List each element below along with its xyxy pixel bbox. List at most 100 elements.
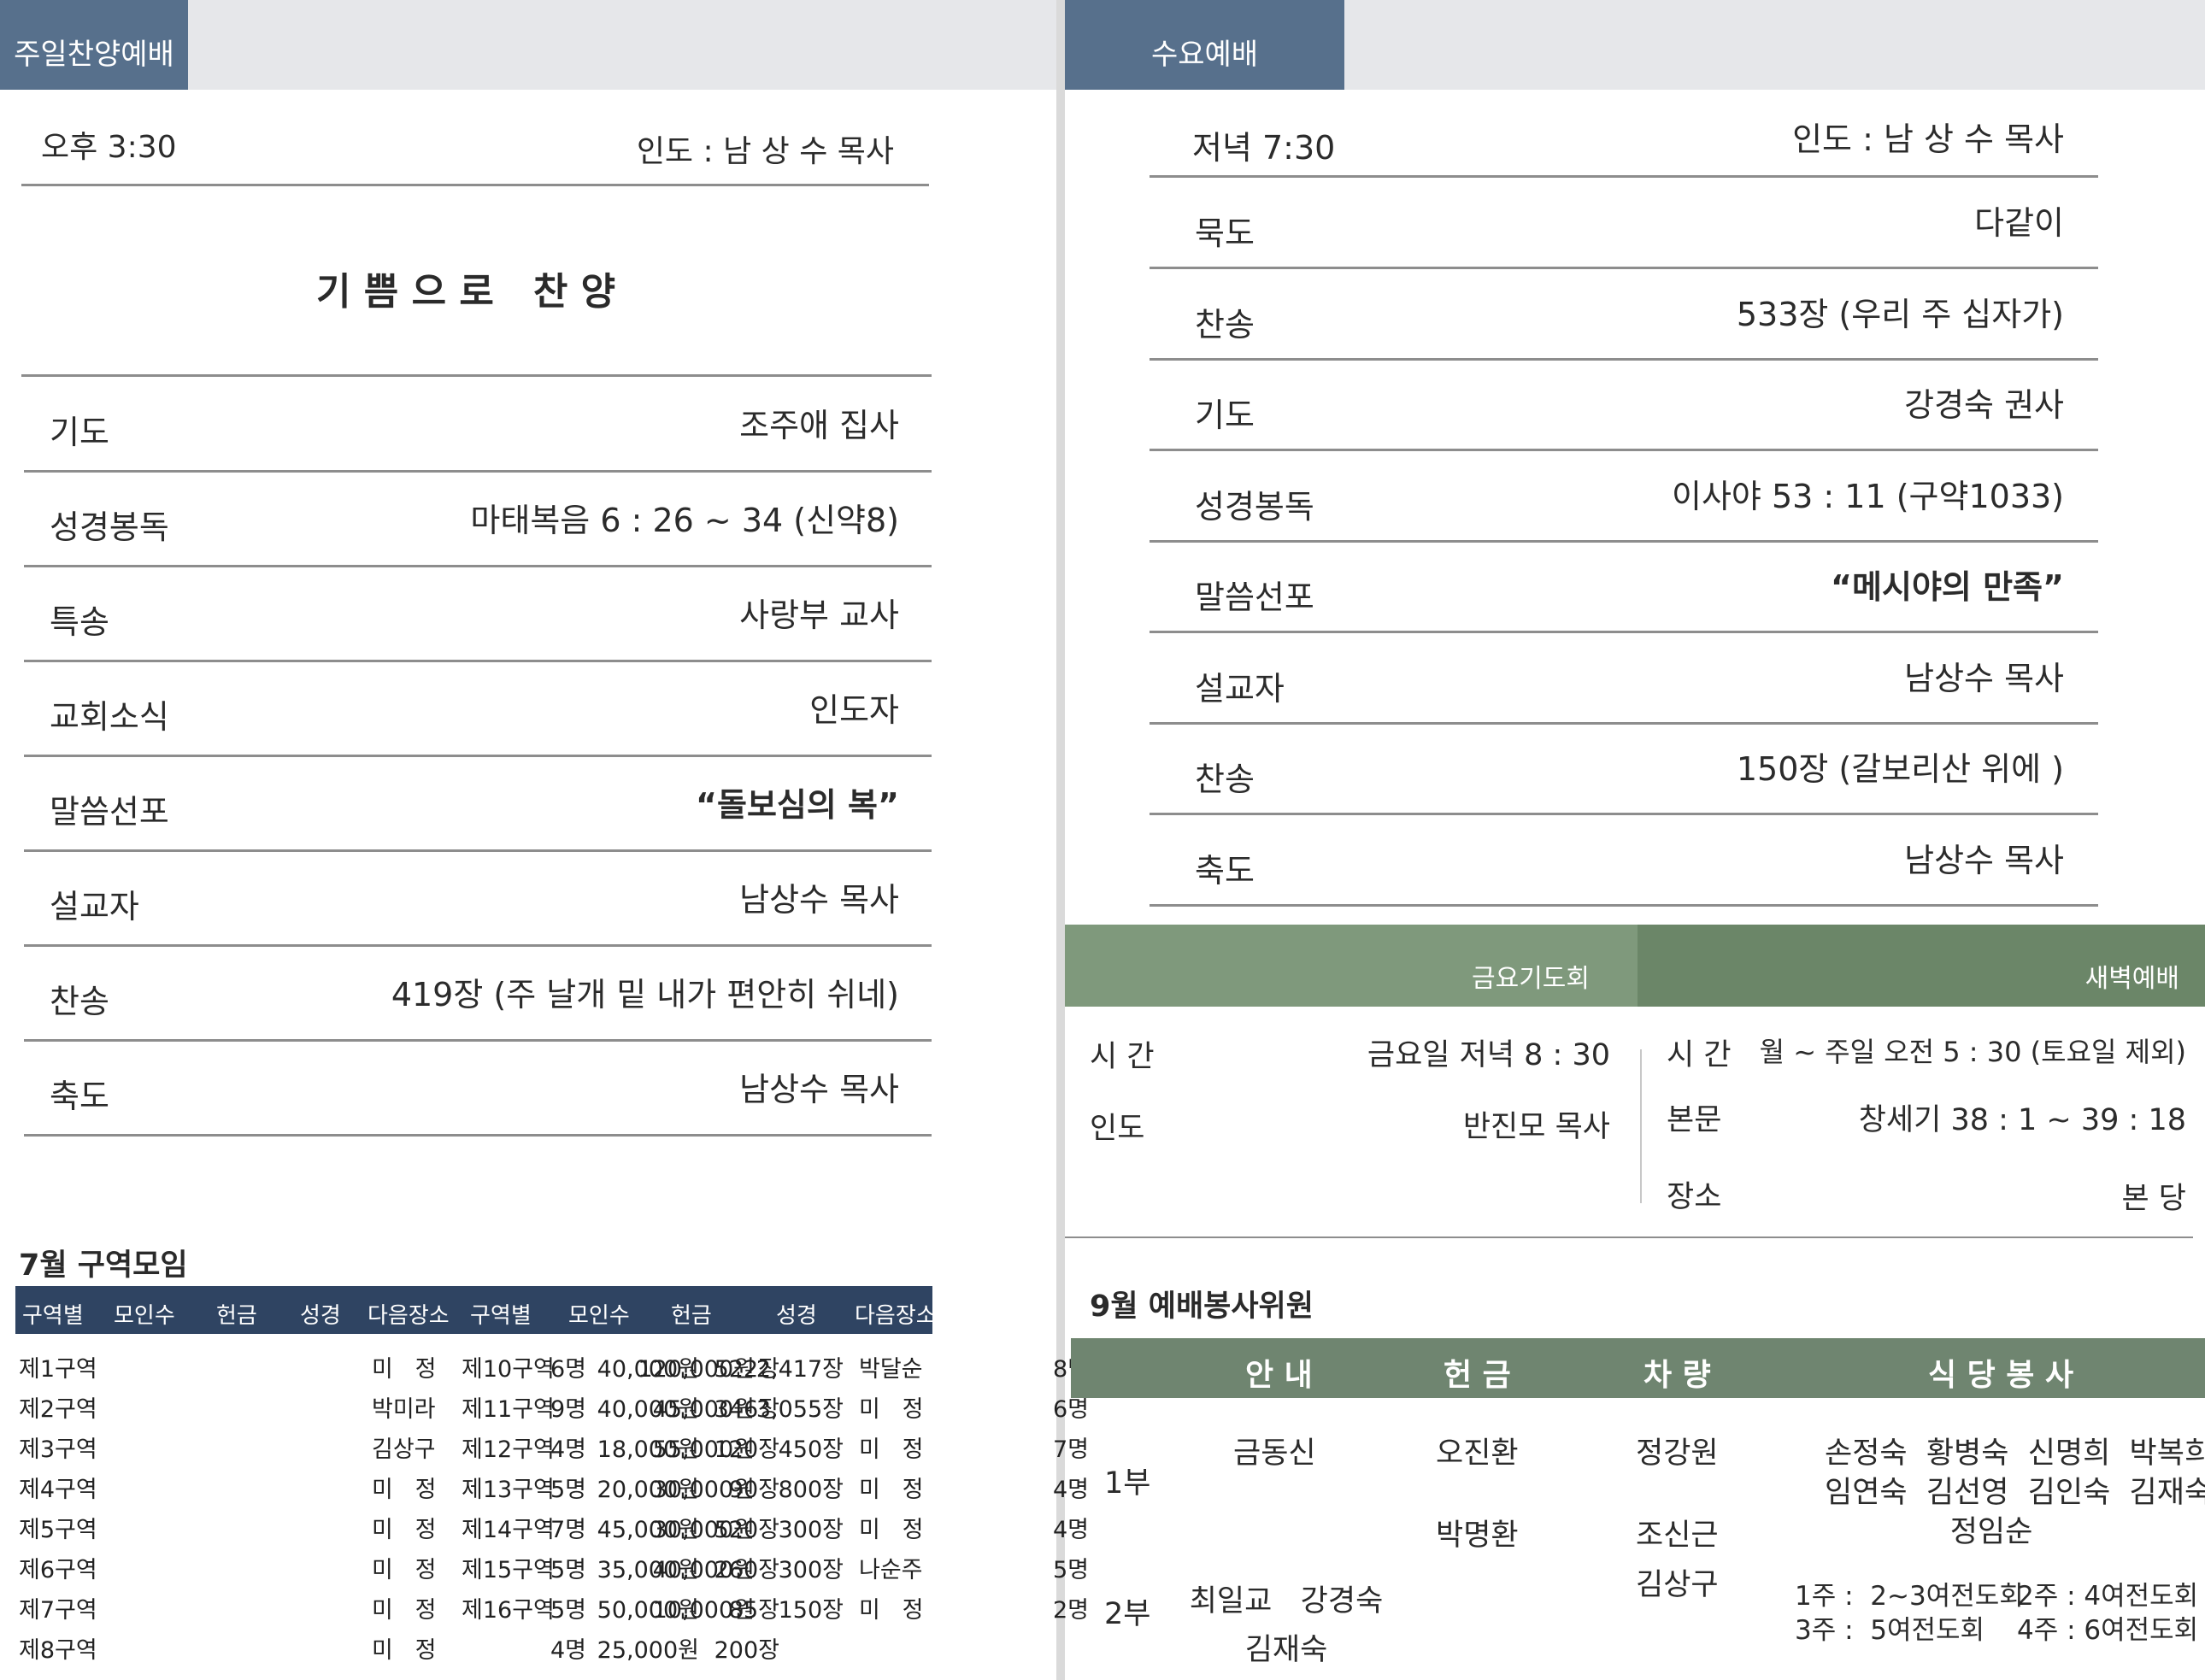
divider bbox=[24, 1039, 932, 1042]
table-cell: 5명 bbox=[550, 1597, 586, 1624]
table-cell: 김상구 bbox=[372, 1436, 436, 1463]
col-header: 모인수 bbox=[114, 1303, 175, 1329]
table-cell: 미 정 bbox=[372, 1637, 437, 1664]
col-header: 헌 금 bbox=[1444, 1358, 1511, 1393]
divider bbox=[24, 660, 932, 662]
program-item-label: 성경봉독 bbox=[1195, 487, 1314, 526]
program-item-value: 인도자 bbox=[809, 691, 899, 729]
col-header: 식 당 봉 사 bbox=[1928, 1358, 2074, 1393]
col-header: 헌금 bbox=[671, 1303, 712, 1329]
table-cell: 3,055장 bbox=[756, 1396, 844, 1423]
program-item-label: 말씀선포 bbox=[50, 793, 169, 831]
table-cell: 120,000원 bbox=[638, 1356, 756, 1383]
program-item-label: 특송 bbox=[50, 603, 109, 641]
table-cell: 박달순 bbox=[859, 1356, 923, 1383]
table-cell: 미 정 bbox=[372, 1356, 437, 1383]
sunday-theme-title: 기 쁨 으 로 찬 양 bbox=[316, 270, 616, 314]
divider bbox=[1150, 631, 2098, 633]
sunday-time: 오후 3:30 bbox=[41, 130, 177, 165]
program-item-value: 남상수 목사 bbox=[1904, 659, 2064, 697]
table-cell: 미 정 bbox=[372, 1557, 437, 1583]
column-divider bbox=[1640, 1049, 1642, 1203]
part1-kitchen-line3: 정임순 bbox=[1949, 1515, 2033, 1549]
part2-vehicle-line2: 김상구 bbox=[1636, 1568, 1719, 1602]
divider bbox=[1065, 1237, 2193, 1238]
table-cell: 제1구역 bbox=[19, 1356, 97, 1383]
table-cell: 제8구역 bbox=[19, 1637, 97, 1664]
part1-kitchen-line2: 임연숙 김선영 김인숙 김재숙 bbox=[1825, 1476, 2205, 1510]
table-cell: 30,000원 bbox=[652, 1517, 755, 1543]
table-cell: 미 정 bbox=[372, 1477, 437, 1503]
table-cell: 450장 bbox=[778, 1436, 844, 1463]
sunday-leader: 인도 : 남 상 수 목사 bbox=[636, 134, 894, 169]
table-cell: 제12구역 bbox=[462, 1436, 555, 1463]
program-item-label: 교회소식 bbox=[50, 698, 169, 736]
program-item-value: 다같이 bbox=[1974, 204, 2064, 242]
part2-week2: 2주 : 4여전도회 bbox=[2017, 1581, 2199, 1612]
part1-label: 1부 bbox=[1104, 1466, 1151, 1501]
program-item-label: 찬송 bbox=[1195, 761, 1255, 798]
tab-sunday-service: 주일찬양예배 bbox=[0, 0, 188, 90]
program-item-value: 조주애 집사 bbox=[739, 407, 899, 444]
part2-week4: 4주 : 6여전도회 bbox=[2017, 1615, 2199, 1646]
col-header: 안 내 bbox=[1245, 1358, 1313, 1393]
table-cell: 45,000원 bbox=[652, 1396, 755, 1423]
program-item-label: 성경봉독 bbox=[50, 508, 169, 546]
divider bbox=[1150, 813, 2098, 815]
divider bbox=[1150, 175, 2098, 178]
table-cell: 150장 bbox=[778, 1597, 844, 1624]
program-item-value: “메시야의 만족” bbox=[1831, 568, 2064, 606]
program-item-label: 찬송 bbox=[50, 983, 109, 1020]
divider bbox=[1150, 267, 2098, 269]
col-header: 다음장소 bbox=[368, 1303, 450, 1329]
table-cell: 제6구역 bbox=[19, 1557, 97, 1583]
program-item-value: 533장 (우리 주 십자가) bbox=[1736, 295, 2064, 333]
table-cell: 제16구역 bbox=[462, 1597, 555, 1624]
wednesday-leader: 인도 : 남 상 수 목사 bbox=[1792, 120, 2064, 158]
part1-vehicle: 정강원 bbox=[1636, 1436, 1719, 1471]
part2-week1: 1주 : 2~3여전도회 bbox=[1795, 1581, 2024, 1612]
table-cell: 800장 bbox=[778, 1477, 844, 1503]
table-cell: 7명 bbox=[550, 1517, 586, 1543]
part2-offering: 박명환 bbox=[1436, 1518, 1519, 1553]
table-cell: 제7구역 bbox=[19, 1597, 97, 1624]
program-item-value: 419장 (주 날개 밑 내가 편안히 쉬네) bbox=[391, 976, 899, 1013]
dawn-time-label: 시 간 bbox=[1667, 1038, 1732, 1072]
table-cell: 4명 bbox=[550, 1436, 586, 1463]
col-header: 다음장소 bbox=[855, 1303, 937, 1329]
table-cell: 제5구역 bbox=[19, 1517, 97, 1543]
divider bbox=[24, 1134, 932, 1137]
table-cell: 5명 bbox=[1052, 1557, 1089, 1583]
table-cell: 10,000원 bbox=[652, 1597, 755, 1624]
divider bbox=[1150, 721, 2098, 725]
district-table-header: 구역별 모인수 헌금 성경 다음장소 구역별 모인수 헌금 성경 다음장소 bbox=[15, 1286, 937, 1334]
tab-wednesday-service: 수요예배 bbox=[1065, 0, 1344, 90]
program-item-label: 찬송 bbox=[1195, 305, 1255, 344]
table-cell: 제11구역 bbox=[462, 1396, 555, 1423]
table-cell: 미 정 bbox=[859, 1477, 924, 1503]
part2-label: 2부 bbox=[1104, 1597, 1151, 1631]
prayer-band: 금요기도회 새벽예배 bbox=[1065, 925, 2205, 1007]
divider bbox=[24, 755, 932, 757]
table-cell: 제2구역 bbox=[19, 1396, 97, 1423]
table-cell: 300장 bbox=[778, 1557, 844, 1583]
col-header: 모인수 bbox=[568, 1303, 630, 1329]
program-item-value: 강경숙 권사 bbox=[1904, 386, 2064, 424]
col-header: 구역별 bbox=[470, 1303, 532, 1329]
dawn-text-value: 창세기 38 : 1 ~ 39 : 18 bbox=[1858, 1103, 2186, 1137]
friday-time-label: 시 간 bbox=[1090, 1040, 1155, 1074]
program-item-label: 축도 bbox=[1195, 851, 1255, 890]
divider bbox=[1150, 357, 2098, 361]
program-item-value: 남상수 목사 bbox=[739, 881, 899, 919]
divider bbox=[24, 565, 932, 567]
table-cell: 미 정 bbox=[372, 1597, 437, 1624]
district-title: 7월 구역모임 bbox=[19, 1248, 188, 1283]
table-cell: 30,000원 bbox=[652, 1477, 755, 1503]
dawn-text-label: 본문 bbox=[1667, 1103, 1722, 1137]
col-header: 차 량 bbox=[1643, 1358, 1711, 1393]
table-cell: 6명 bbox=[550, 1356, 586, 1383]
table-cell: 9명 bbox=[550, 1396, 586, 1423]
part2-guide-line1: 최일교 강경숙 bbox=[1189, 1584, 1384, 1618]
table-cell: 제14구역 bbox=[462, 1517, 555, 1543]
program-item-value: 150장 (갈보리산 위에 ) bbox=[1736, 750, 2064, 788]
